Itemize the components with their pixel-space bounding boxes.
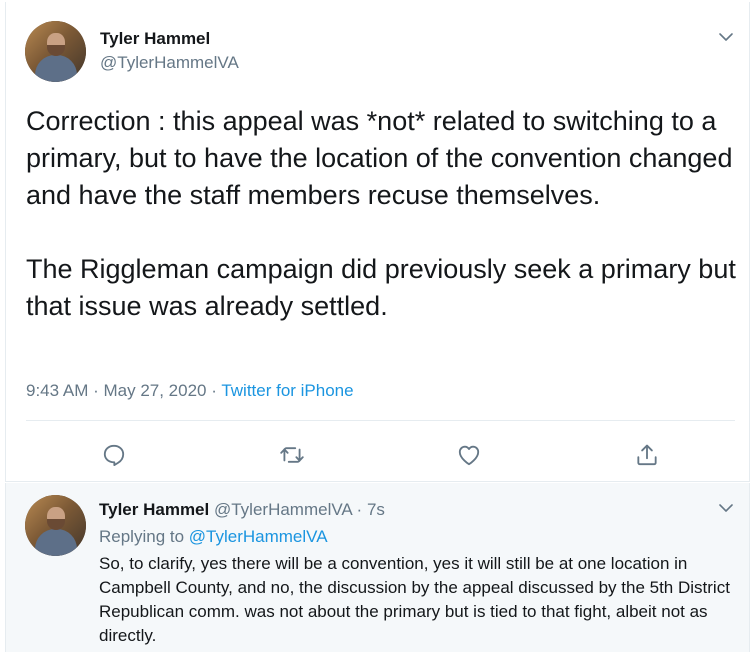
- chevron-down-icon[interactable]: [718, 500, 734, 516]
- replying-to-label: Replying to: [99, 527, 189, 546]
- replying-to: Replying to @TylerHammelVA: [99, 527, 328, 547]
- author-avatar[interactable]: [25, 21, 86, 82]
- reply-button[interactable]: [98, 439, 130, 471]
- author-handle[interactable]: @TylerHammelVA: [100, 53, 239, 73]
- tweet-meta: 9:43 AM · May 27, 2020 · Twitter for iPh…: [26, 381, 354, 401]
- chevron-down-icon[interactable]: [718, 29, 734, 45]
- reply-tweet[interactable]: Tyler Hammel @TylerHammelVA · 7s Replyin…: [5, 483, 750, 652]
- retweet-button[interactable]: [276, 439, 308, 471]
- reply-author-handle[interactable]: @TylerHammelVA: [214, 500, 352, 519]
- divider: [26, 420, 735, 421]
- retweet-icon: [280, 447, 304, 463]
- reply-dot: ·: [351, 500, 367, 519]
- share-button[interactable]: [631, 439, 663, 471]
- meta-separator: ·: [88, 381, 104, 400]
- main-tweet: Tyler Hammel @TylerHammelVA Correction :…: [5, 2, 750, 482]
- like-icon: [458, 445, 480, 466]
- tweet-time[interactable]: 9:43 AM: [26, 381, 88, 400]
- meta-separator: ·: [206, 381, 222, 400]
- tweet-text: Correction : this appeal was *not* relat…: [26, 106, 736, 321]
- tweet-source-link[interactable]: Twitter for iPhone: [221, 381, 353, 400]
- tweet-date[interactable]: May 27, 2020: [103, 381, 206, 400]
- reply-icon: [103, 444, 125, 466]
- reply-timestamp[interactable]: 7s: [367, 500, 385, 519]
- reply-author-avatar[interactable]: [25, 495, 86, 556]
- replying-to-mention[interactable]: @TylerHammelVA: [189, 527, 328, 546]
- like-button[interactable]: [453, 439, 485, 471]
- author-name[interactable]: Tyler Hammel: [100, 29, 210, 49]
- reply-header: Tyler Hammel @TylerHammelVA · 7s: [99, 500, 385, 520]
- share-icon: [637, 444, 657, 466]
- reply-author-name[interactable]: Tyler Hammel: [99, 500, 209, 519]
- reply-text: So, to clarify, yes there will be a conv…: [99, 554, 730, 645]
